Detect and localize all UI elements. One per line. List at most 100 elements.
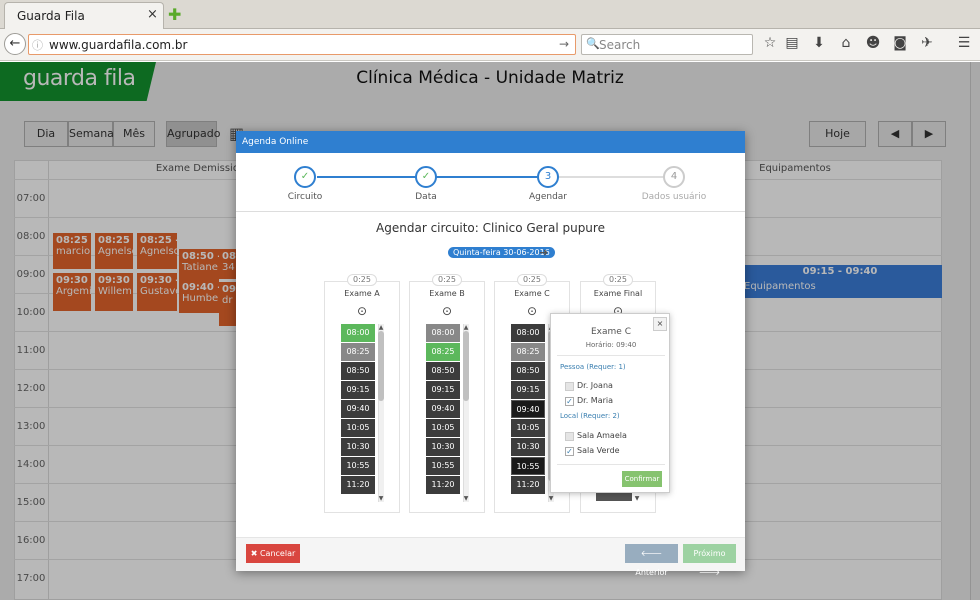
time-slot[interactable]: 09:40 <box>511 400 545 418</box>
go-arrow-icon[interactable]: → <box>559 37 569 51</box>
popup-title: Exame C <box>591 327 631 337</box>
exam-name: Exame Final <box>593 289 643 298</box>
local-label: Local (Requer: 2) <box>560 412 620 420</box>
slot-scrollbar-thumb[interactable] <box>378 331 384 401</box>
time-slot[interactable]: 10:30 <box>341 438 375 456</box>
step-3-label: Agendar <box>528 192 568 202</box>
person-option-1[interactable]: Dr. Maria <box>577 396 613 405</box>
time-slot[interactable]: 11:20 <box>341 476 375 494</box>
time-slot[interactable]: 08:25 <box>511 343 545 361</box>
scroll-down-icon[interactable]: ▼ <box>463 495 469 502</box>
tab-title: Guarda Fila <box>17 9 85 23</box>
download-icon[interactable]: ⬇ <box>810 35 828 51</box>
modal-title: Agenda Online <box>242 137 309 147</box>
scroll-up-icon[interactable]: ▲ <box>378 324 384 331</box>
scroll-down-icon[interactable]: ▼ <box>378 495 384 502</box>
person-label: Pessoa (Requer: 1) <box>560 363 626 371</box>
site-info-icon[interactable]: ⓘ <box>32 37 43 53</box>
time-slot[interactable]: 08:50 <box>341 362 375 380</box>
time-slot[interactable]: 09:40 <box>426 400 460 418</box>
menu-icon[interactable]: ☰ <box>955 35 973 51</box>
exam-duration: 0:25 <box>347 274 377 286</box>
url-text: www.guardafila.com.br <box>49 38 188 52</box>
bookmark-star-icon[interactable]: ☆ <box>761 35 779 51</box>
time-slot[interactable]: 08:00 <box>511 324 545 342</box>
time-slot-list: 08:00 08:25 08:50 09:15 09:40 10:05 10:30 10:55… <box>511 324 545 495</box>
time-slot[interactable]: 09:40 <box>341 400 375 418</box>
search-input[interactable]: 🔍 Search <box>581 34 753 55</box>
slot-scrollbar-thumb[interactable] <box>463 331 469 401</box>
time-slot-list: 08:00 08:25 08:50 09:15 09:40 10:05 10:30 10:55… <box>341 324 375 495</box>
time-slot[interactable]: 08:00 <box>426 324 460 342</box>
scroll-down-icon[interactable]: ▼ <box>634 495 640 502</box>
time-slot-list: 08:00 08:25 08:50 09:15 09:40 10:05 10:30 10:55… <box>426 324 460 495</box>
new-tab-icon[interactable]: ✚ <box>168 5 181 24</box>
download-icon[interactable]: ⊙ <box>409 304 485 318</box>
cancel-button[interactable]: ✖ Cancelar <box>246 544 300 563</box>
confirm-button[interactable]: Confirmar <box>622 471 662 487</box>
exam-duration: 0:25 <box>603 274 633 286</box>
checkbox-local-0[interactable] <box>565 432 574 441</box>
time-slot[interactable]: 10:55 <box>426 457 460 475</box>
extension-icon[interactable]: ✈ <box>918 35 936 51</box>
step-1-label: Circuito <box>287 192 323 202</box>
next-step-button[interactable]: Próximo 🡒 <box>683 544 736 577</box>
popup-divider <box>557 464 665 465</box>
url-bar[interactable]: ⓘ www.guardafila.com.br → <box>28 34 576 55</box>
local-option-1[interactable]: Sala Verde <box>577 446 620 455</box>
checkbox-person-0[interactable] <box>565 382 574 391</box>
step-2-label: Data <box>415 192 437 202</box>
exam-name: Exame B <box>429 289 465 298</box>
previous-button[interactable]: 🡐 Anterior <box>625 544 678 577</box>
download-icon[interactable]: ⊙ <box>324 304 400 318</box>
tab-close-icon[interactable]: × <box>147 7 158 22</box>
time-slot[interactable]: 08:00 <box>341 324 375 342</box>
time-slot[interactable]: 10:05 <box>341 419 375 437</box>
time-slot[interactable]: 10:55 <box>341 457 375 475</box>
popup-time: Horário: 09:40 <box>585 341 637 349</box>
reading-list-icon[interactable]: ▤ <box>783 35 801 51</box>
step-4-label: Dados usuário <box>641 192 707 202</box>
search-placeholder: Search <box>599 38 641 52</box>
checkbox-local-1[interactable]: ✓ <box>565 447 574 456</box>
exam-name: Exame A <box>344 289 380 298</box>
time-slot[interactable]: 08:25 <box>426 343 460 361</box>
time-slot[interactable]: 10:05 <box>426 419 460 437</box>
time-slot[interactable]: 09:15 <box>341 381 375 399</box>
pocket-icon[interactable]: ◙ <box>891 35 909 51</box>
checkbox-person-1[interactable]: ✓ <box>565 397 574 406</box>
step-1-circle: ✓ <box>294 166 316 188</box>
local-option-0[interactable]: Sala Amaela <box>577 431 627 440</box>
time-slot[interactable]: 09:15 <box>426 381 460 399</box>
time-slot[interactable]: 08:50 <box>511 362 545 380</box>
time-slot[interactable]: 08:50 <box>426 362 460 380</box>
browser-tab[interactable]: Guarda Fila × <box>4 2 164 29</box>
slot-detail-popup: × Exame C Horário: 09:40 Pessoa (Requer:… <box>550 313 670 493</box>
time-slot[interactable]: 09:15 <box>511 381 545 399</box>
exam-duration: 0:25 <box>432 274 462 286</box>
popup-divider <box>557 355 665 356</box>
scroll-down-icon[interactable]: ▼ <box>548 495 554 502</box>
chat-icon[interactable]: ☻ <box>864 35 882 51</box>
step-remaining-line <box>547 176 674 178</box>
browser-nav-bar: ← ⓘ www.guardafila.com.br → 🔍 Search <box>0 29 980 61</box>
step-3-circle: 3 <box>537 166 559 188</box>
time-slot[interactable]: 10:30 <box>426 438 460 456</box>
home-icon[interactable]: ⌂ <box>837 35 855 51</box>
exam-duration: 0:25 <box>517 274 547 286</box>
time-slot[interactable]: 10:55 <box>511 457 545 475</box>
time-slot[interactable]: 11:20 <box>511 476 545 494</box>
time-slot[interactable]: 10:30 <box>511 438 545 456</box>
time-slot[interactable]: 11:20 <box>426 476 460 494</box>
modal-header: Agenda Online <box>236 131 745 153</box>
step-2-circle: ✓ <box>415 166 437 188</box>
time-slot[interactable]: 10:05 <box>511 419 545 437</box>
next-date-arrow-icon[interactable]: ➜ <box>539 246 548 259</box>
time-slot[interactable]: 08:25 <box>341 343 375 361</box>
exam-name: Exame C <box>514 289 550 298</box>
step-4-circle: 4 <box>663 166 685 188</box>
person-option-0[interactable]: Dr. Joana <box>577 381 613 390</box>
scroll-up-icon[interactable]: ▲ <box>463 324 469 331</box>
back-arrow-icon[interactable]: ← <box>4 33 26 55</box>
circuit-title: Agendar circuito: Clinico Geral pupure <box>376 221 605 235</box>
